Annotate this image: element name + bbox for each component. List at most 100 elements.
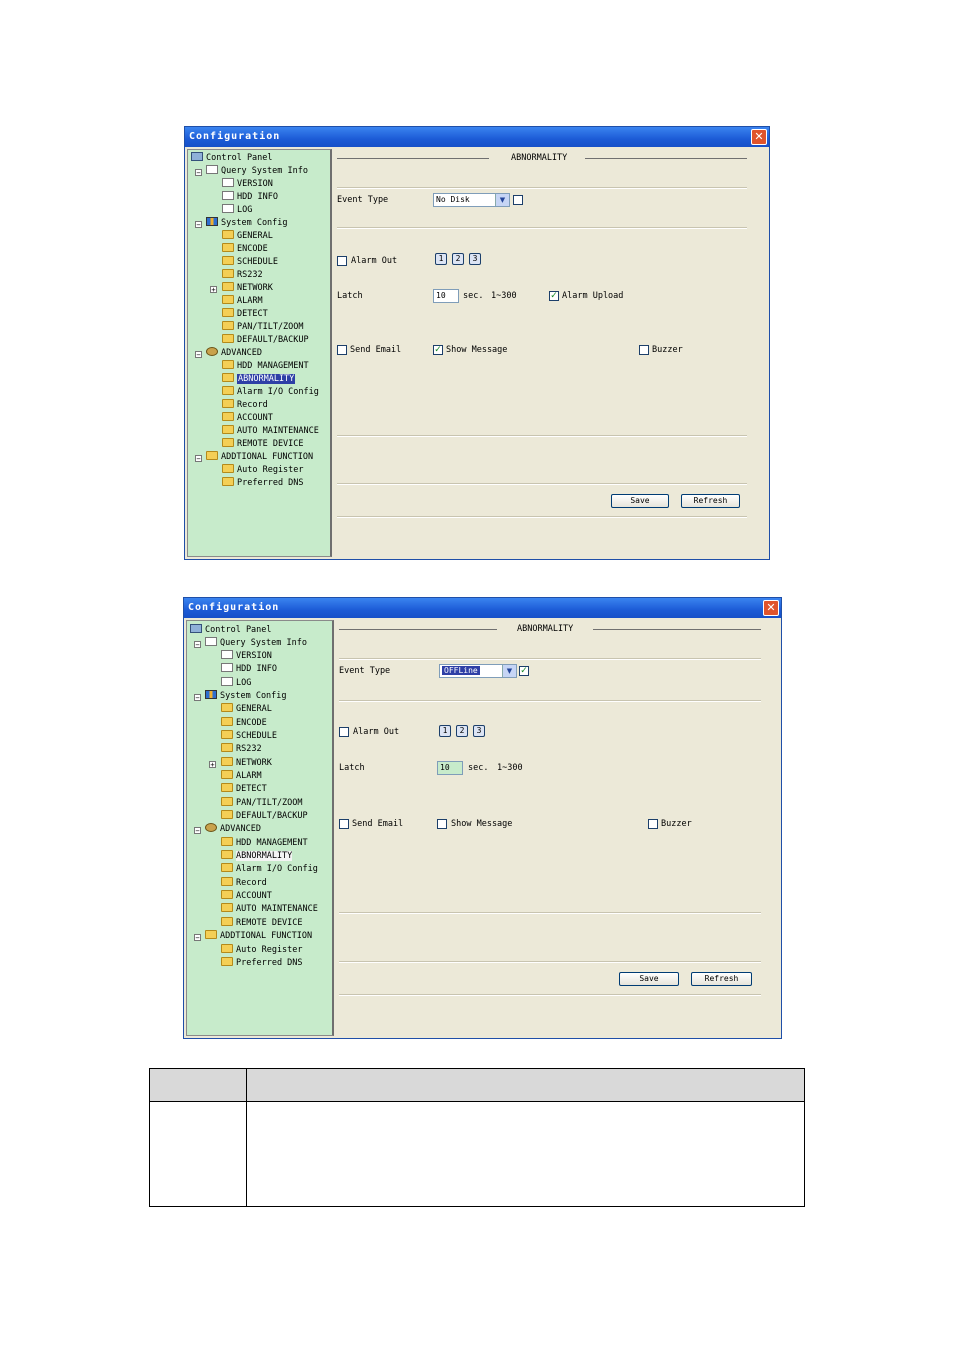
tree-query-system-info[interactable]: Query System Info	[205, 637, 307, 650]
divider	[339, 700, 761, 702]
collapse-icon[interactable]: −	[194, 827, 201, 835]
parameter-table	[149, 1068, 805, 1207]
alarm-channel-2[interactable]: 2	[452, 253, 464, 265]
tree-item-encode[interactable]: ENCODE	[222, 243, 268, 256]
save-button[interactable]: Save	[611, 494, 669, 508]
alarm-channel-1[interactable]: 1	[439, 725, 451, 737]
tree-item-detect[interactable]: DETECT	[222, 308, 268, 321]
close-icon[interactable]: ✕	[763, 600, 779, 616]
save-button[interactable]: Save	[619, 972, 679, 986]
refresh-button[interactable]: Refresh	[691, 972, 752, 986]
divider	[337, 435, 747, 437]
event-type-select[interactable]: OFFLine ▼	[439, 664, 517, 678]
tree-item-detect[interactable]: DETECT	[221, 783, 267, 796]
tree-query-system-info[interactable]: Query System Info	[206, 165, 308, 178]
tree-item-network[interactable]: NETWORK	[222, 282, 273, 295]
tree-item-network[interactable]: NETWORK	[221, 757, 272, 770]
tree-item-record[interactable]: Record	[222, 399, 268, 412]
tree-system-config[interactable]: System Config	[206, 217, 288, 230]
tree-item-default-backup[interactable]: DEFAULT/BACKUP	[222, 334, 309, 347]
alarm-out-label: Alarm Out	[351, 256, 398, 266]
tree-item-general[interactable]: GENERAL	[222, 230, 273, 243]
collapse-icon[interactable]: −	[195, 221, 202, 229]
tree-item-alarm[interactable]: ALARM	[221, 770, 262, 783]
alarm-upload-checkbox[interactable]: ✓	[549, 291, 559, 301]
alarm-out-checkbox[interactable]	[339, 727, 349, 737]
refresh-button[interactable]: Refresh	[681, 494, 740, 508]
tree-item-version[interactable]: VERSION	[222, 178, 273, 191]
event-type-label: Event Type	[339, 666, 391, 676]
alarm-channel-3[interactable]: 3	[469, 253, 481, 265]
tree-item-log[interactable]: LOG	[221, 677, 251, 690]
tree-item-hdd-info[interactable]: HDD INFO	[221, 663, 277, 676]
tree-item-abnormality[interactable]: ABNORMALITY	[222, 373, 296, 386]
latch-input[interactable]: 10	[437, 761, 463, 775]
tree-item-encode[interactable]: ENCODE	[221, 717, 267, 730]
tree-item-ptz[interactable]: PAN/TILT/ZOOM	[221, 797, 303, 810]
tree-item-general[interactable]: GENERAL	[221, 703, 272, 716]
tree-item-hdd-management[interactable]: HDD MANAGEMENT	[222, 360, 309, 373]
tree-additional-function[interactable]: ADDTIONAL FUNCTION	[206, 451, 313, 464]
chevron-down-icon[interactable]: ▼	[495, 194, 509, 206]
send-email-checkbox[interactable]	[339, 819, 349, 829]
buzzer-checkbox[interactable]	[648, 819, 658, 829]
event-enable-checkbox[interactable]: ✓	[519, 666, 529, 676]
expand-icon[interactable]: +	[209, 761, 216, 769]
tree-item-default-backup[interactable]: DEFAULT/BACKUP	[221, 810, 308, 823]
buzzer-checkbox[interactable]	[639, 345, 649, 355]
tree-item-remote-device[interactable]: REMOTE DEVICE	[222, 438, 304, 451]
alarm-channel-1[interactable]: 1	[435, 253, 447, 265]
show-message-checkbox[interactable]	[437, 819, 447, 829]
tree-item-account[interactable]: ACCOUNT	[221, 890, 272, 903]
tree-item-schedule[interactable]: SCHEDULE	[222, 256, 278, 269]
collapse-icon[interactable]: −	[194, 694, 201, 702]
event-enable-checkbox[interactable]	[513, 195, 523, 205]
tree-item-alarm-io[interactable]: Alarm I/O Config	[222, 386, 319, 399]
tree-advanced[interactable]: ADVANCED	[205, 823, 261, 836]
tree-item-schedule[interactable]: SCHEDULE	[221, 730, 277, 743]
tree-item-preferred-dns[interactable]: Preferred DNS	[222, 477, 304, 490]
tree-item-rs232[interactable]: RS232	[221, 743, 262, 756]
expand-icon[interactable]: +	[210, 286, 217, 294]
tree-system-config[interactable]: System Config	[205, 690, 287, 703]
tree-root[interactable]: Control Panel	[190, 624, 272, 637]
close-icon[interactable]: ✕	[751, 129, 767, 145]
tree-item-rs232[interactable]: RS232	[222, 269, 263, 282]
tree-item-hdd-info[interactable]: HDD INFO	[222, 191, 278, 204]
tree-root[interactable]: Control Panel	[191, 152, 273, 165]
send-email-checkbox[interactable]	[337, 345, 347, 355]
tree-advanced[interactable]: ADVANCED	[206, 347, 262, 360]
collapse-icon[interactable]: −	[195, 455, 202, 463]
tree-item-account[interactable]: ACCOUNT	[222, 412, 273, 425]
tree-item-auto-register[interactable]: Auto Register	[222, 464, 304, 477]
tree-item-auto-maintenance[interactable]: AUTO MAINTENANCE	[221, 903, 318, 916]
collapse-icon[interactable]: −	[195, 351, 202, 359]
collapse-icon[interactable]: −	[194, 934, 201, 942]
tree-item-preferred-dns[interactable]: Preferred DNS	[221, 957, 303, 970]
latch-input[interactable]: 10	[433, 289, 459, 303]
tree-item-ptz[interactable]: PAN/TILT/ZOOM	[222, 321, 304, 334]
tree-item-alarm-io[interactable]: Alarm I/O Config	[221, 863, 318, 876]
alarm-channel-3[interactable]: 3	[473, 725, 485, 737]
alarm-channel-2[interactable]: 2	[456, 725, 468, 737]
tree-item-auto-maintenance[interactable]: AUTO MAINTENANCE	[222, 425, 319, 438]
tree-item-alarm[interactable]: ALARM	[222, 295, 263, 308]
alarm-out-checkbox[interactable]	[337, 256, 347, 266]
collapse-icon[interactable]: −	[194, 641, 201, 649]
collapse-icon[interactable]: −	[195, 169, 202, 177]
tree-item-version[interactable]: VERSION	[221, 650, 272, 663]
show-message-checkbox[interactable]: ✓	[433, 345, 443, 355]
tree-item-remote-device[interactable]: REMOTE DEVICE	[221, 917, 303, 930]
tree-item-auto-register[interactable]: Auto Register	[221, 944, 303, 957]
latch-label: Latch	[337, 291, 363, 301]
tree-item-hdd-management[interactable]: HDD MANAGEMENT	[221, 837, 308, 850]
folder-icon	[206, 451, 218, 460]
event-type-label: Event Type	[337, 195, 389, 205]
document-icon	[221, 663, 233, 672]
chevron-down-icon[interactable]: ▼	[502, 665, 516, 677]
tree-item-abnormality[interactable]: ABNORMALITY	[221, 850, 293, 863]
tree-item-record[interactable]: Record	[221, 877, 267, 890]
tree-item-log[interactable]: LOG	[222, 204, 252, 217]
tree-additional-function[interactable]: ADDTIONAL FUNCTION	[205, 930, 312, 943]
event-type-select[interactable]: No Disk ▼	[433, 193, 510, 207]
